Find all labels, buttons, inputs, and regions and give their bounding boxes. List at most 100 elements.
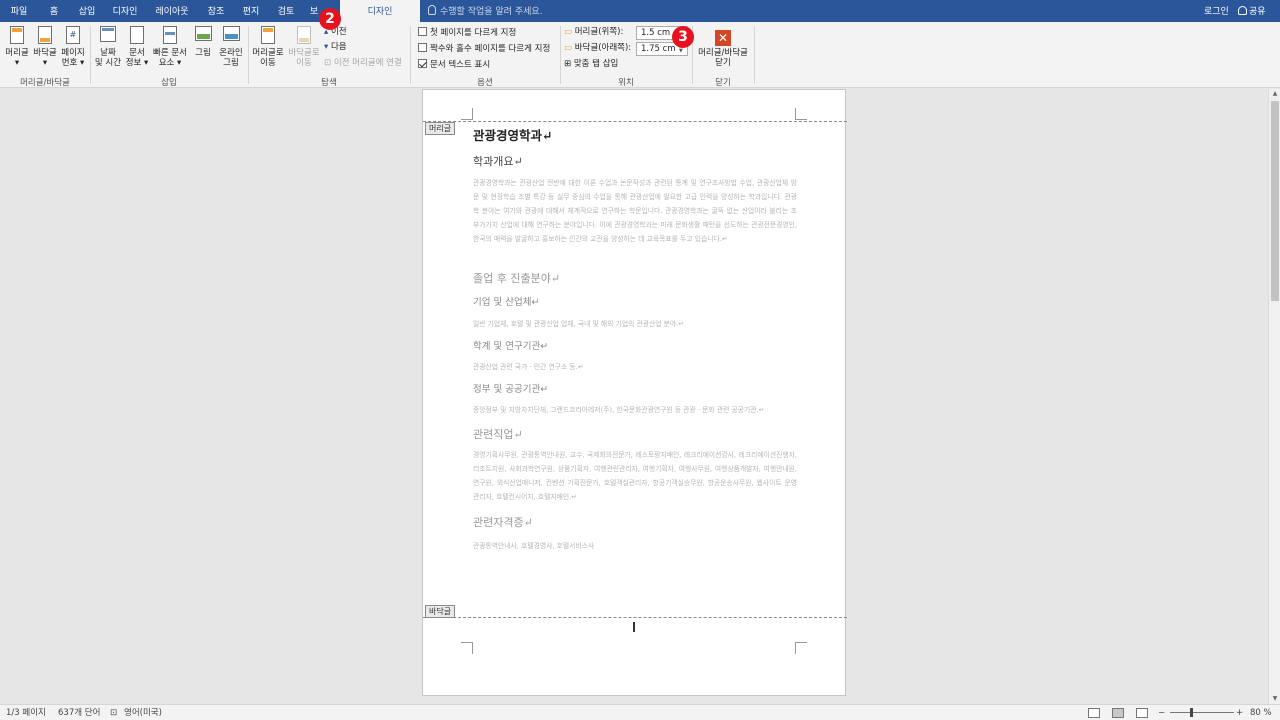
section-heading: 졸업 후 진출분야↵ xyxy=(473,272,561,285)
section-heading: 관련직업↵ xyxy=(473,428,523,441)
tab-0[interactable]: 파일 xyxy=(0,0,38,22)
paragraph: 관광통역안내사, 호텔경영사, 호텔서비스사 xyxy=(473,542,595,550)
vertical-scrollbar[interactable]: ▲ ▼ xyxy=(1268,89,1280,704)
footer-position-icon: ▭ xyxy=(564,43,573,53)
quick-parts-icon xyxy=(163,26,177,44)
link-icon: ⊡ xyxy=(324,58,332,68)
document-page[interactable]: 머리글 관광경영학과↵ 학과개요↵ 관광경영학과는 관광산업 전반에 대한 이론… xyxy=(422,89,847,696)
scroll-thumb[interactable] xyxy=(1271,101,1279,301)
login-button[interactable]: 로그인 xyxy=(1204,0,1229,24)
subsection-heading: 학계 및 연구기관↵ xyxy=(473,341,549,352)
doc-info-icon xyxy=(130,26,144,44)
header-icon xyxy=(10,26,24,44)
paragraph: 관광경영학과는 관광산업 전반에 대한 이론 수업과 논문작성과 관련된 통계 … xyxy=(473,179,797,243)
paragraph: 일반 기업체, 호텔 및 관광산업 업체, 국내 및 해외 기업의 관광산업 분… xyxy=(473,320,685,328)
crop-mark xyxy=(795,108,807,120)
close-header-footer-button[interactable]: ✕ 머리글/바닥글 닫기 xyxy=(694,30,752,68)
alignment-tab-icon: ⊞ xyxy=(564,59,572,69)
print-layout-icon[interactable] xyxy=(1112,708,1124,718)
link-to-previous-button[interactable]: ⊡ 이전 머리글에 연결 xyxy=(324,58,402,69)
zoom-out-icon[interactable]: − xyxy=(1158,705,1165,720)
zoom-in-icon[interactable]: + xyxy=(1236,705,1243,720)
footer-boundary xyxy=(423,617,847,618)
doc-title: 관광경영학과↵ xyxy=(473,128,553,143)
ribbon: 머리글 ▾ 바닥글 ▾ # 페이지 번호 ▾ 머리글/바닥글 날짜 및 시간 문서 … xyxy=(0,22,1280,88)
picture-icon xyxy=(195,26,212,41)
doc-info-button[interactable]: 문서 정보 ▾ xyxy=(124,26,150,68)
tell-me-search[interactable]: 수행할 작업을 알려 주세요. xyxy=(428,0,543,22)
goto-header-button[interactable]: 머리글로 이동 xyxy=(250,26,286,68)
share-button[interactable]: 공유 xyxy=(1238,0,1266,24)
crop-mark xyxy=(461,108,473,120)
next-button[interactable]: ▾ 다음 xyxy=(324,42,347,53)
date-time-button[interactable]: 날짜 및 시간 xyxy=(93,26,123,68)
goto-footer-icon xyxy=(297,26,311,44)
calendar-icon xyxy=(100,26,116,42)
insert-alignment-tab-button[interactable]: ⊞ 맞춤 탭 삽입 xyxy=(564,59,618,70)
word-count[interactable]: 637개 단어 xyxy=(58,705,100,720)
proofing-icon[interactable]: ⊡ xyxy=(110,705,117,720)
header-boundary xyxy=(423,121,847,122)
tab-5[interactable]: 참조 xyxy=(198,0,234,22)
online-picture-button[interactable]: 온라인 그림 xyxy=(216,26,246,68)
footer-icon xyxy=(38,26,52,44)
group-label-position: 위치 xyxy=(618,78,634,88)
crop-mark xyxy=(461,642,473,654)
person-icon xyxy=(1238,6,1247,15)
section-heading: 학과개요↵ xyxy=(473,155,523,168)
different-first-page-checkbox[interactable]: 첫 페이지를 다르게 지정 xyxy=(418,27,516,39)
tab-1[interactable]: 홈 xyxy=(38,0,70,22)
section-heading: 관련자격증↵ xyxy=(473,516,533,529)
scroll-up-icon[interactable]: ▲ xyxy=(1269,89,1280,99)
goto-footer-button[interactable]: 바닥글로 이동 xyxy=(286,26,322,68)
header-position-icon: ▭ xyxy=(564,27,573,37)
tab-3[interactable]: 디자인 xyxy=(104,0,146,22)
next-icon: ▾ xyxy=(324,42,329,52)
tab-2[interactable]: 삽입 xyxy=(70,0,104,22)
group-label-options: 옵션 xyxy=(477,78,493,88)
different-odd-even-checkbox[interactable]: 짝수와 홀수 페이지를 다르게 지정 xyxy=(418,43,550,55)
paragraph: 중앙정부 및 지방자치단체, 그랜드코리아레저(주), 한국문화관광연구원 등 … xyxy=(473,406,765,414)
tab-7[interactable]: 검토 xyxy=(268,0,304,22)
annotation-badge-2: 2 xyxy=(319,8,341,30)
page-count[interactable]: 1/3 페이지 xyxy=(6,705,46,720)
paragraph: 관광산업 관련 국가 · 민간 연구소 등.↵ xyxy=(473,363,584,371)
ribbon-tab-bar: 파일 홈 삽입 디자인 레이아웃 참조 편지 검토 보 디자인 수행할 작업을 알려 주세요. 로… xyxy=(0,0,1280,22)
tab-design-active[interactable]: 디자인 xyxy=(340,0,420,22)
page-number-icon: # xyxy=(66,26,80,44)
page-number-button[interactable]: # 페이지 번호 ▾ xyxy=(60,26,86,68)
goto-header-icon xyxy=(261,26,275,44)
language-status[interactable]: 영어(미국) xyxy=(124,705,162,720)
footer-position-label: ▭ 바닥글(아래쪽): xyxy=(564,43,632,53)
status-bar: 1/3 페이지 637개 단어 ⊡ 영어(미국) − + 80 % xyxy=(0,704,1280,720)
tab-6[interactable]: 편지 xyxy=(234,0,268,22)
paragraph: 경영기획사무원, 관광통역안내원, 교수, 국제회의전문가, 레스토랑지배인, … xyxy=(473,451,797,501)
read-mode-icon[interactable] xyxy=(1088,708,1100,718)
tell-me-text: 수행할 작업을 알려 주세요. xyxy=(440,7,543,17)
group-label-header-footer: 머리글/바닥글 xyxy=(20,78,70,88)
zoom-slider-knob[interactable] xyxy=(1190,708,1193,717)
group-label-insert: 삽입 xyxy=(161,78,177,88)
close-icon: ✕ xyxy=(715,30,731,46)
online-picture-icon xyxy=(223,26,240,41)
zoom-level[interactable]: 80 % xyxy=(1250,705,1272,720)
header-button[interactable]: 머리글 ▾ xyxy=(4,26,30,68)
scroll-down-icon[interactable]: ▼ xyxy=(1269,694,1280,704)
subsection-heading: 기업 및 산업체↵ xyxy=(473,297,540,308)
crop-mark xyxy=(795,642,807,654)
picture-button[interactable]: 그림 xyxy=(191,26,215,58)
header-position-label: ▭ 머리글(위쪽): xyxy=(564,27,624,37)
group-label-navigation: 탐색 xyxy=(321,78,337,88)
text-cursor xyxy=(633,622,635,632)
web-layout-icon[interactable] xyxy=(1136,708,1148,718)
tab-4[interactable]: 레이아웃 xyxy=(146,0,198,22)
show-document-text-checkbox[interactable]: 문서 텍스트 표시 xyxy=(418,59,490,71)
annotation-badge-3: 3 xyxy=(672,26,694,48)
share-label: 공유 xyxy=(1249,7,1266,17)
zoom-slider[interactable] xyxy=(1170,712,1234,713)
footer-button[interactable]: 바닥글 ▾ xyxy=(32,26,58,68)
document-area: 머리글 관광경영학과↵ 학과개요↵ 관광경영학과는 관광산업 전반에 대한 이론… xyxy=(0,89,1268,704)
subsection-heading: 정부 및 공공기관↵ xyxy=(473,384,549,395)
quick-parts-button[interactable]: 빠른 문서 요소 ▾ xyxy=(150,26,190,68)
lightbulb-icon xyxy=(428,5,436,15)
